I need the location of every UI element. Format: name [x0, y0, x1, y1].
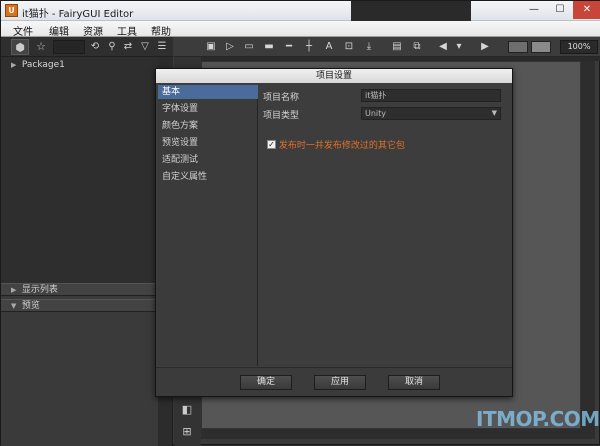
image-icon[interactable]: ▣ — [204, 40, 218, 54]
project-type-label: 项目类型 — [263, 111, 300, 121]
project-name-label: 项目名称 — [263, 93, 300, 103]
settings-body: 项目名称 it猫扑 项目类型 Unity ▼ ✓ 发布时一并发布修改过的其它包 — [259, 85, 512, 366]
menu-file[interactable]: 文件 — [13, 23, 33, 38]
search-icon[interactable]: ⚲ — [105, 40, 119, 54]
input-text-icon[interactable]: ⊡ — [342, 40, 356, 54]
window-title: it猫扑 - FairyGUI Editor — [22, 9, 134, 20]
publish-others-checkbox[interactable]: ✓ — [267, 140, 276, 149]
dialog-footer: 确定 应用 取消 — [156, 367, 512, 396]
grid-icon[interactable]: ⊞ — [180, 425, 194, 439]
library-toolbar: ⬢ ☆ ⟲ ⚲ ⇄ ▽ ☰ — [1, 37, 173, 57]
link-icon[interactable]: ⟲ — [88, 40, 102, 54]
library-panel: ⬢ ☆ ⟲ ⚲ ⇄ ▽ ☰ ▶ Package1 ▶ 显示列表 ▼ 预览 — [1, 37, 173, 446]
title-bar: U it猫扑 - FairyGUI Editor — ☐ ✕ — [1, 1, 600, 21]
menu-edit[interactable]: 编辑 — [49, 23, 69, 38]
chevron-down-icon: ▼ — [491, 109, 497, 117]
tree-item-label: Package1 — [21, 60, 65, 70]
dropdown-caret-icon[interactable]: ▾ — [452, 40, 466, 54]
library-search-input[interactable] — [53, 40, 85, 54]
section-label: 显示列表 — [21, 285, 58, 295]
dialog-title: 项目设置 — [156, 69, 512, 83]
cancel-button[interactable]: 取消 — [388, 375, 440, 390]
preview-section[interactable]: ▼ 预览 — [1, 299, 156, 312]
menu-tools[interactable]: 工具 — [117, 23, 137, 38]
tree-item-package1[interactable]: ▶ Package1 — [11, 60, 65, 70]
button-widget-icon[interactable]: ▭ — [242, 40, 256, 54]
settings-nav: 基本 字体设置 颜色方案 预览设置 适配测试 自定义属性 — [158, 85, 258, 366]
project-settings-dialog: 项目设置 基本 字体设置 颜色方案 预览设置 适配测试 自定义属性 项目名称 i… — [155, 68, 513, 397]
play-icon[interactable]: ▶ — [478, 40, 492, 54]
combobox-icon[interactable]: ▬ — [262, 40, 276, 54]
nav-item-colors[interactable]: 颜色方案 — [158, 119, 258, 133]
save-icon[interactable]: ▤ — [390, 40, 404, 54]
maximize-button[interactable]: ☐ — [547, 1, 573, 19]
app-icon: U — [5, 4, 18, 17]
section-label: 预览 — [21, 301, 40, 311]
publish-icon[interactable]: ◀ — [436, 40, 450, 54]
save-all-icon[interactable]: ⧉ — [410, 40, 424, 54]
editor-window: U it猫扑 - FairyGUI Editor — ☐ ✕ 文件 编辑 资源 … — [0, 0, 600, 446]
bg-color-swatch-light[interactable] — [531, 41, 551, 53]
filter-icon[interactable]: ▽ — [138, 40, 152, 54]
nav-item-preview[interactable]: 预览设置 — [158, 136, 258, 150]
collapse-arrow-icon: ▼ — [11, 302, 17, 310]
nav-item-adapt-test[interactable]: 适配测试 — [158, 153, 258, 167]
nav-item-font[interactable]: 字体设置 — [158, 102, 258, 116]
project-type-select[interactable]: Unity ▼ — [361, 107, 501, 120]
sort-icon[interactable]: ☰ — [155, 40, 169, 54]
package-tree: ▶ Package1 — [1, 57, 173, 283]
project-type-value: Unity — [365, 109, 387, 118]
ok-button[interactable]: 确定 — [240, 375, 292, 390]
minimize-button[interactable]: — — [521, 1, 547, 19]
menu-help[interactable]: 帮助 — [151, 23, 171, 38]
display-list-section[interactable]: ▶ 显示列表 — [1, 283, 156, 296]
publish-others-label: 发布时一并发布修改过的其它包 — [278, 141, 405, 151]
zoom-field[interactable]: 100% — [560, 40, 598, 54]
swap-icon[interactable]: ⇄ — [121, 40, 135, 54]
slider-icon[interactable]: ┼ — [302, 40, 316, 54]
nav-item-custom-props[interactable]: 自定义属性 — [158, 170, 258, 184]
star-icon[interactable]: ☆ — [32, 39, 50, 55]
project-name-input[interactable]: it猫扑 — [361, 89, 501, 102]
panel-toggle-icon[interactable]: ◧ — [180, 403, 194, 417]
expand-arrow-icon[interactable]: ▶ — [11, 61, 19, 69]
tag-icon[interactable]: ▷ — [223, 40, 237, 54]
apply-button[interactable]: 应用 — [314, 375, 366, 390]
package-icon[interactable]: ⬢ — [11, 39, 29, 55]
progress-icon[interactable]: ━ — [282, 40, 296, 54]
menu-resource[interactable]: 资源 — [83, 23, 103, 38]
text-icon[interactable]: A — [322, 40, 336, 54]
canvas-vertical-scrollbar[interactable] — [581, 61, 595, 429]
publish-others-option[interactable]: ✓ 发布时一并发布修改过的其它包 — [267, 138, 405, 151]
close-button[interactable]: ✕ — [573, 1, 600, 19]
canvas-side-icons: ◧ ⊞ — [177, 401, 197, 446]
watermark: ITMOP.COM — [476, 407, 600, 431]
import-icon[interactable]: ⤓ — [362, 40, 376, 54]
main-toolbar: ▣ ▷ ▭ ▬ ━ ┼ A ⊡ ⤓ ▤ ⧉ ◀ ▾ ▶ 100% — [174, 37, 600, 57]
expand-arrow-icon: ▶ — [11, 286, 17, 294]
bg-color-swatch-dark[interactable] — [508, 41, 528, 53]
nav-item-basic[interactable]: 基本 — [158, 85, 258, 99]
title-bar-background-window — [351, 1, 471, 21]
menu-bar: 文件 编辑 资源 工具 帮助 — [1, 21, 600, 38]
